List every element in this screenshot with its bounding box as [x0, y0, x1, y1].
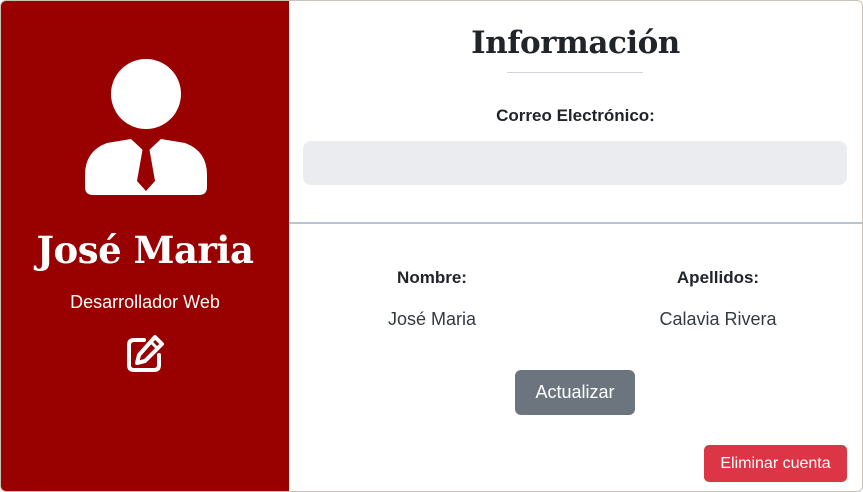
profile-role: Desarrollador Web: [70, 292, 220, 312]
edit-icon: [127, 335, 164, 372]
email-label: Correo Electrónico:: [496, 106, 655, 125]
info-title: Información: [471, 25, 680, 61]
edit-profile-button[interactable]: [124, 333, 166, 375]
profile-panel: José Maria Desarrollador Web: [1, 1, 289, 491]
profile-name: José Maria: [36, 228, 254, 272]
apellidos-label: Apellidos:: [676, 268, 760, 287]
delete-account-button[interactable]: Eliminar cuenta: [704, 445, 847, 482]
apellidos-value: Calavia Rivera: [659, 309, 777, 329]
nombre-value: José Maria: [387, 309, 477, 329]
title-divider: [507, 72, 643, 73]
nombre-label: Nombre:: [397, 268, 467, 287]
update-button[interactable]: Actualizar: [515, 370, 635, 415]
section-divider: [289, 222, 862, 224]
profile-card: José Maria Desarrollador Web Información…: [0, 0, 863, 492]
user-tie-icon: [85, 59, 207, 195]
info-panel: Información Correo Electrónico: Nombre: …: [289, 1, 862, 491]
email-field[interactable]: [303, 141, 847, 185]
